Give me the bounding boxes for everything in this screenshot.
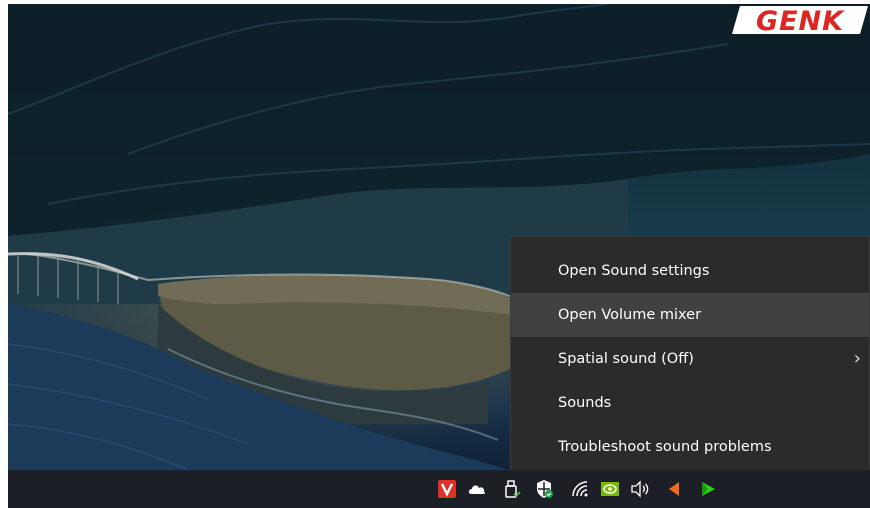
menu-item-spatial-sound[interactable]: Spatial sound (Off) › — [511, 337, 869, 381]
menu-item-label: Sounds — [558, 395, 612, 411]
volume-icon[interactable] — [630, 479, 650, 499]
menu-item-label: Open Sound settings — [558, 263, 710, 279]
menu-item-label: Open Volume mixer — [558, 307, 702, 323]
cloud-icon[interactable] — [467, 479, 487, 499]
orange-arrow-icon[interactable] — [664, 479, 684, 499]
menu-item-open-volume-mixer[interactable]: Open Volume mixer — [511, 293, 869, 337]
wifi-icon[interactable] — [570, 479, 590, 499]
genk-logo: GENK — [730, 4, 870, 37]
chevron-right-icon: › — [853, 348, 861, 369]
menu-item-label: Troubleshoot sound problems — [558, 439, 772, 455]
nvidia-icon[interactable] — [600, 479, 620, 499]
menu-item-sounds[interactable]: Sounds — [511, 381, 869, 425]
green-play-icon[interactable] — [698, 479, 718, 499]
volume-context-menu: Open Sound settings Open Volume mixer Sp… — [510, 236, 870, 476]
menu-item-label: Spatial sound (Off) — [558, 351, 694, 367]
menu-item-troubleshoot-sound[interactable]: Troubleshoot sound problems — [511, 425, 869, 469]
vivaldi-icon[interactable] — [437, 479, 457, 499]
taskbar — [8, 470, 870, 508]
usb-device-icon[interactable] — [502, 479, 522, 499]
menu-item-open-sound-settings[interactable]: Open Sound settings — [511, 249, 869, 293]
windows-security-icon[interactable] — [534, 479, 554, 499]
svg-text:GENK: GENK — [756, 6, 845, 36]
